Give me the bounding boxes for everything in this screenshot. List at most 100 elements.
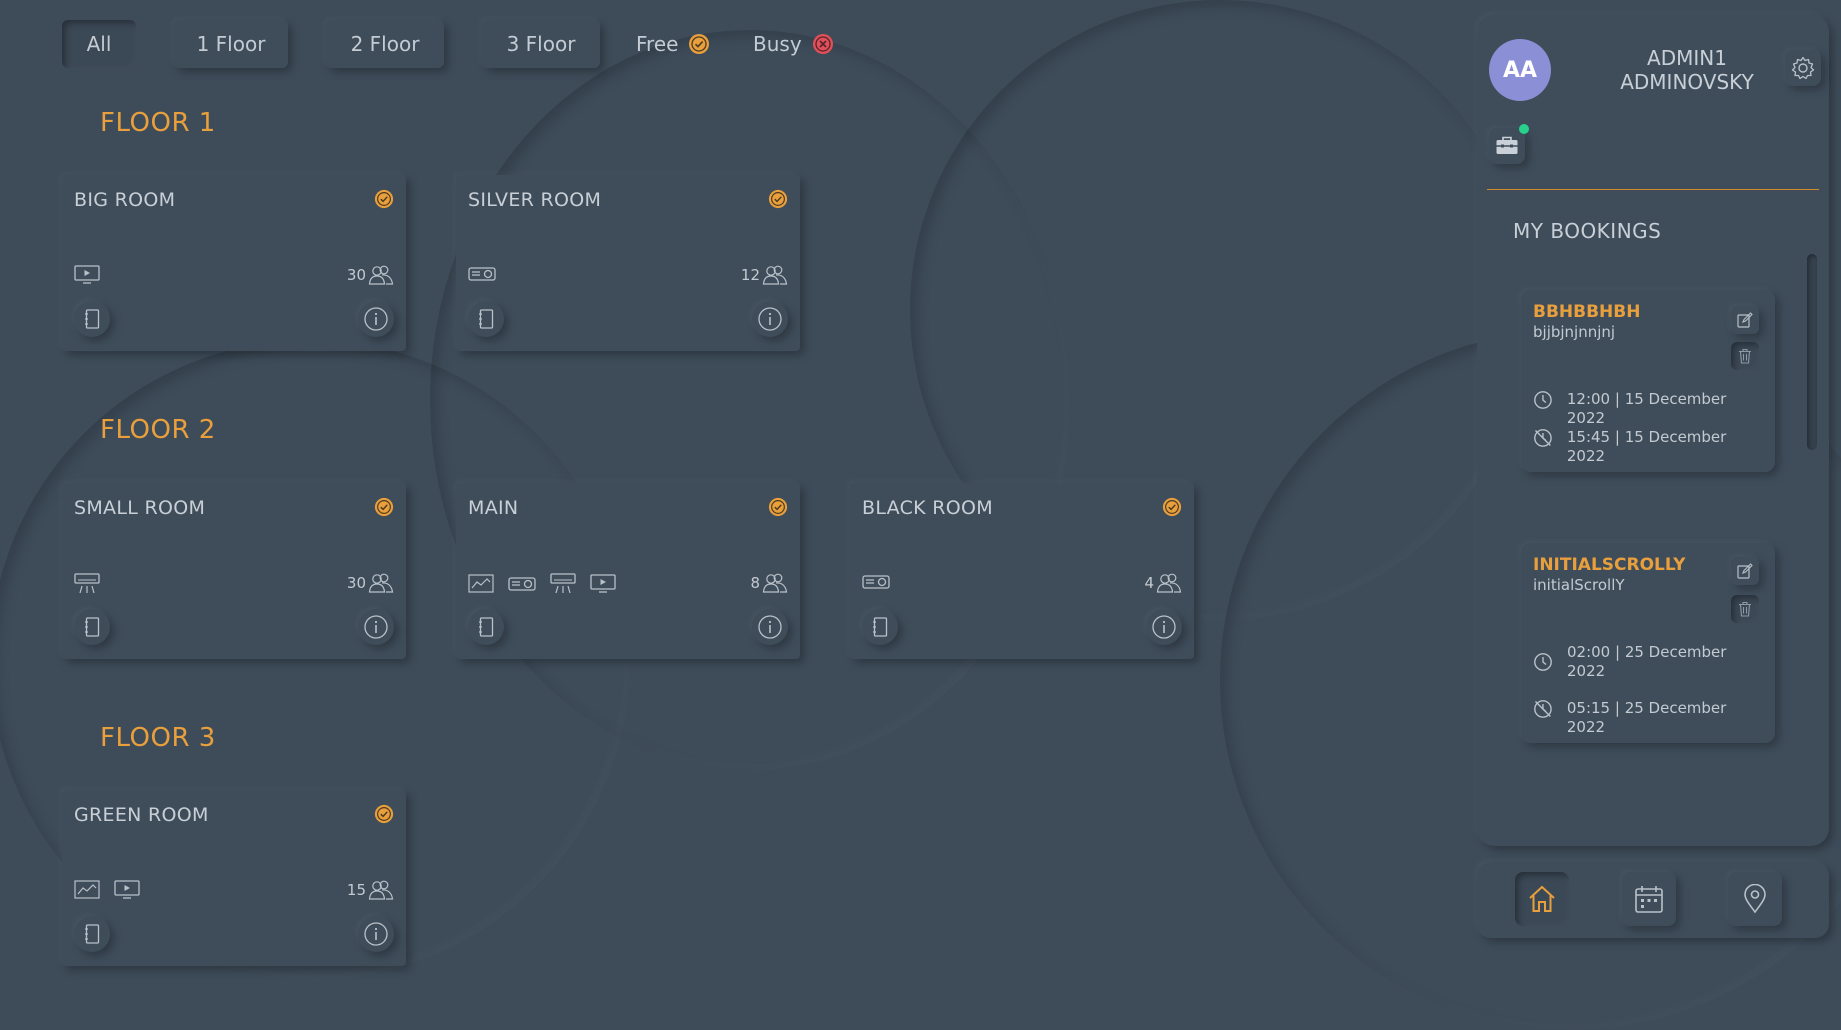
- room-features: [74, 880, 140, 900]
- clock-icon: [1534, 653, 1552, 671]
- nav-home-button[interactable]: [1515, 872, 1569, 926]
- room-card-silver-room[interactable]: SILVER ROOM 12: [456, 175, 800, 351]
- my-bookings-title: MY BOOKINGS: [1513, 219, 1662, 243]
- home-icon: [1529, 885, 1555, 912]
- room-card-big-room[interactable]: BIG ROOM 30: [62, 175, 406, 351]
- people-icon: [762, 573, 788, 593]
- settings-button[interactable]: [1785, 50, 1821, 86]
- projector-icon: [508, 577, 536, 591]
- edit-icon: [1737, 563, 1753, 579]
- air-conditioner-icon: [74, 573, 100, 594]
- info-icon: [758, 615, 782, 639]
- free-status-icon: [374, 189, 394, 209]
- nav-location-button[interactable]: [1728, 872, 1782, 926]
- edit-booking-button[interactable]: [1731, 306, 1759, 334]
- room-info-button[interactable]: [1146, 609, 1182, 645]
- notebook-icon: [873, 617, 888, 637]
- room-book-button[interactable]: [74, 301, 110, 337]
- edit-booking-button[interactable]: [1731, 557, 1759, 585]
- booking-end: 05:15 | 25 December 2022: [1533, 699, 1768, 737]
- toolbox-icon: [1496, 136, 1518, 154]
- projector-icon: [468, 267, 496, 281]
- room-info-button[interactable]: [358, 609, 394, 645]
- capacity-value: 15: [346, 881, 366, 899]
- free-status-icon: [1162, 497, 1182, 517]
- delete-booking-button[interactable]: [1731, 342, 1759, 370]
- filter-floor-3-button[interactable]: 3 Floor: [482, 20, 600, 68]
- room-name: SMALL ROOM: [74, 497, 206, 519]
- info-icon: [364, 615, 388, 639]
- filter-all-button[interactable]: All: [62, 20, 136, 68]
- capacity-value: 8: [750, 574, 760, 592]
- room-book-button[interactable]: [468, 301, 504, 337]
- room-features: [74, 573, 100, 595]
- notebook-icon: [85, 924, 100, 944]
- bookings-scrollbar[interactable]: [1807, 254, 1817, 450]
- admin-toolbox-button[interactable]: [1489, 128, 1525, 164]
- capacity-value: 30: [346, 266, 366, 284]
- room-book-button[interactable]: [468, 609, 504, 645]
- capacity-value: 30: [346, 574, 366, 592]
- room-capacity: 4: [1144, 572, 1182, 594]
- room-card-green-room[interactable]: GREEN ROOM 15: [62, 790, 406, 966]
- background-circle: [430, 30, 1070, 770]
- room-features: [468, 573, 616, 595]
- projector-icon: [862, 575, 890, 589]
- room-capacity: 15: [347, 879, 394, 901]
- booking-card: BBHBBHBH bjjbjnjnnjnj 12:00 | 15 Decembe…: [1521, 290, 1775, 472]
- clock-icon: [1534, 391, 1552, 409]
- room-info-button[interactable]: [358, 916, 394, 952]
- room-card-small-room[interactable]: SMALL ROOM 30: [62, 483, 406, 659]
- room-info-button[interactable]: [752, 301, 788, 337]
- legend-free-label: Free: [636, 32, 679, 56]
- legend-busy: Busy: [753, 20, 834, 68]
- delete-booking-button[interactable]: [1731, 595, 1759, 623]
- location-icon: [1744, 884, 1766, 914]
- room-info-button[interactable]: [358, 301, 394, 337]
- filter-floor-1-button[interactable]: 1 Floor: [174, 20, 288, 68]
- nav-calendar-button[interactable]: [1622, 872, 1676, 926]
- user-name: ADMIN1 ADMINOVSKY: [1587, 46, 1787, 94]
- room-book-button[interactable]: [74, 916, 110, 952]
- tv-icon: [74, 265, 100, 284]
- check-circle-icon: [689, 34, 710, 54]
- notebook-icon: [85, 617, 100, 637]
- booking-start: 02:00 | 25 December 2022: [1533, 643, 1768, 681]
- user-sidebar: AA ADMIN1 ADMINOVSKY MY BOOKINGS BBHBBHB…: [1477, 14, 1829, 846]
- trash-icon: [1739, 348, 1751, 364]
- room-book-button[interactable]: [74, 609, 110, 645]
- booking-end-time: 15:45 | 15 December 2022: [1566, 428, 1727, 465]
- room-capacity: 8: [750, 572, 788, 594]
- room-features: [74, 265, 100, 285]
- room-capacity: 30: [347, 264, 394, 286]
- booking-title: INITIALSCROLLY: [1533, 555, 1686, 575]
- legend-busy-label: Busy: [753, 32, 802, 56]
- floor-2-title: FLOOR 2: [100, 415, 216, 445]
- avatar[interactable]: AA: [1489, 39, 1551, 101]
- room-info-button[interactable]: [752, 609, 788, 645]
- free-status-icon: [374, 497, 394, 517]
- booking-description: bjjbjnjnnjnj: [1533, 323, 1616, 341]
- room-features: [862, 573, 890, 591]
- room-card-black-room[interactable]: BLACK ROOM 4: [850, 483, 1194, 659]
- room-capacity: 30: [347, 572, 394, 594]
- booking-start-time: 02:00 | 25 December 2022: [1567, 643, 1727, 680]
- notebook-icon: [479, 617, 494, 637]
- room-book-button[interactable]: [862, 609, 898, 645]
- people-icon: [368, 880, 394, 900]
- floor-3-title: FLOOR 3: [100, 723, 216, 753]
- tv-icon: [590, 574, 616, 593]
- info-icon: [1152, 615, 1176, 639]
- notebook-icon: [479, 309, 494, 329]
- booking-title: BBHBBHBH: [1533, 302, 1641, 322]
- bottom-navigation: [1477, 862, 1829, 938]
- room-card-main[interactable]: MAIN 8: [456, 483, 800, 659]
- clock-off-icon: [1534, 700, 1552, 718]
- cross-circle-icon: [812, 34, 833, 54]
- filter-floor-2-button[interactable]: 2 Floor: [326, 20, 444, 68]
- info-icon: [364, 922, 388, 946]
- booking-end: 15:45 | 15 December 2022: [1533, 428, 1768, 466]
- booking-start: 12:00 | 15 December 2022: [1533, 390, 1768, 428]
- room-features: [468, 265, 496, 283]
- edit-icon: [1737, 312, 1753, 328]
